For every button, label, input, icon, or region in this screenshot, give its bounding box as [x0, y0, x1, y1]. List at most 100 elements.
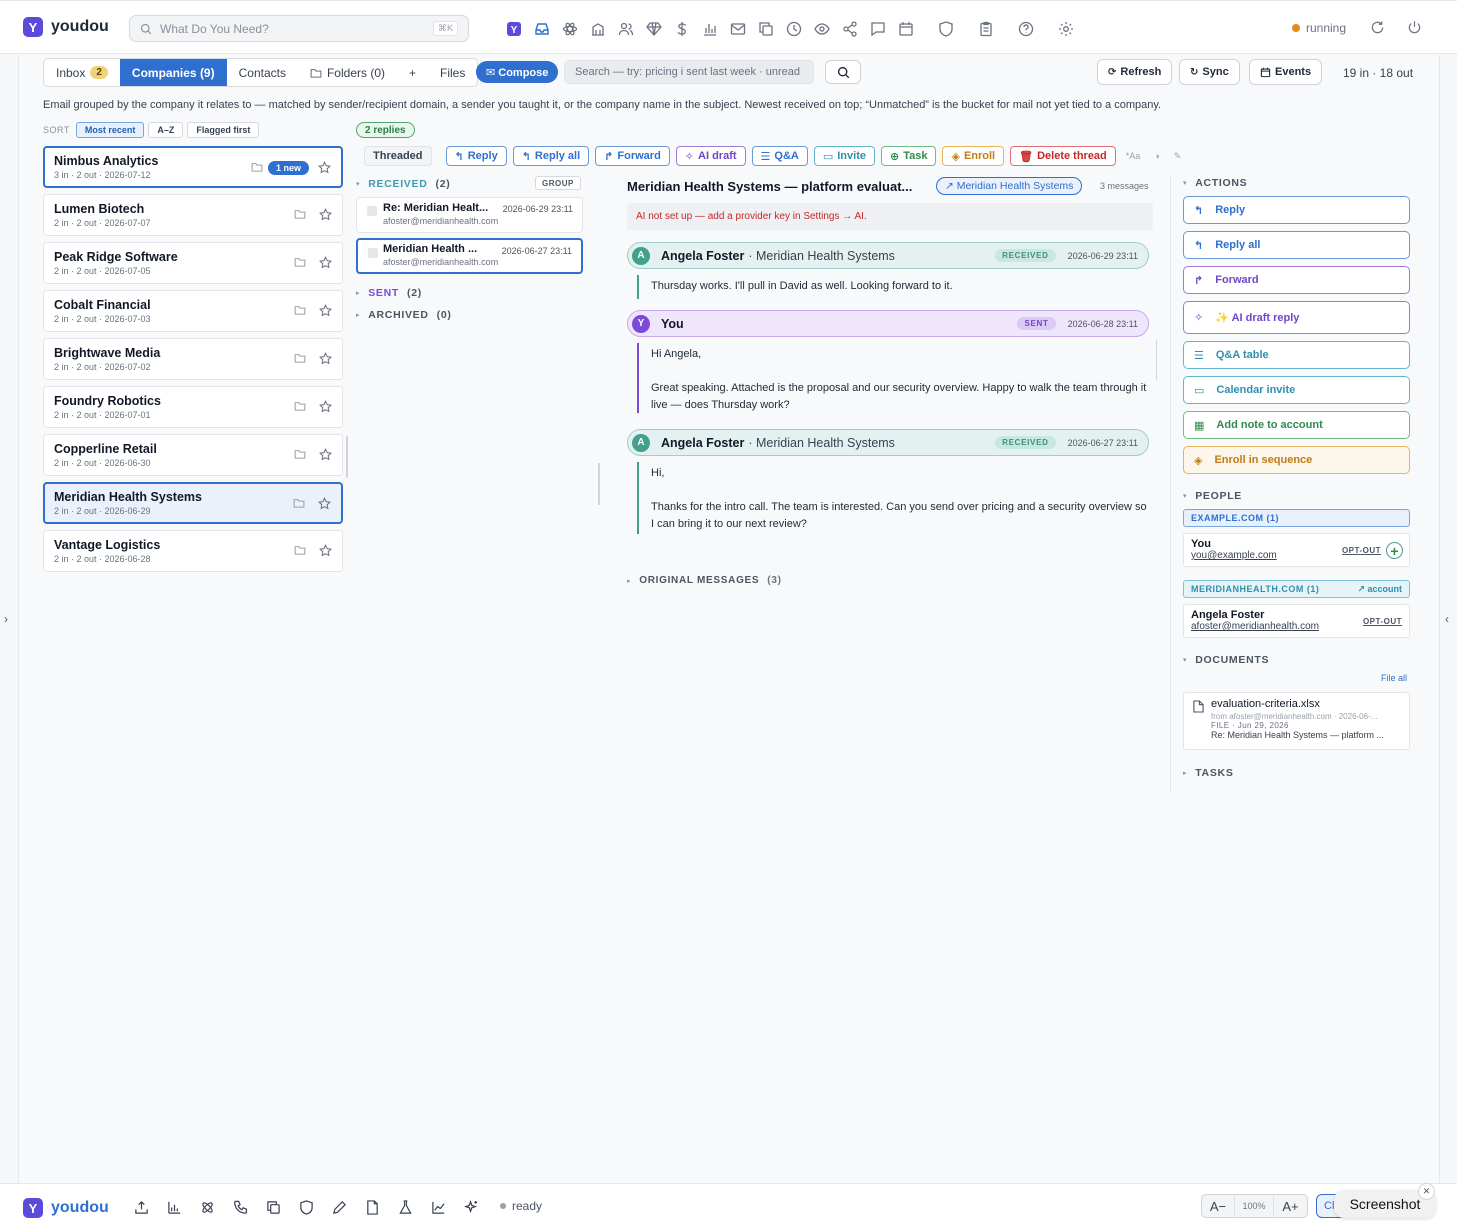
- domain-group-header[interactable]: MERIDIANHEALTH.COM (1) ↗ account: [1183, 580, 1410, 598]
- sort-most-recent[interactable]: Most recent: [75, 122, 145, 138]
- sidebar-calendar-invite-button[interactable]: ▭ Calendar invite: [1183, 376, 1410, 404]
- folder-icon[interactable]: [294, 400, 306, 412]
- file-all-link[interactable]: File all: [1381, 673, 1407, 683]
- company-row[interactable]: Brightwave Media 2 in · 2 out · 2026-07-…: [43, 338, 343, 380]
- reload-icon[interactable]: [1370, 20, 1385, 35]
- folder-icon[interactable]: [293, 497, 305, 509]
- folder-icon[interactable]: [294, 208, 306, 220]
- person-card[interactable]: You you@example.com OPT-OUT +: [1183, 533, 1410, 567]
- zoom-out-button[interactable]: A−: [1202, 1199, 1234, 1214]
- company-row[interactable]: Lumen Biotech 2 in · 2 out · 2026-07-07: [43, 194, 343, 236]
- tab-add-folder[interactable]: +: [397, 59, 428, 86]
- domain-group-header[interactable]: EXAMPLE.COM (1): [1183, 509, 1410, 527]
- clock-icon[interactable]: [780, 19, 808, 39]
- account-link[interactable]: ↗ account: [1357, 584, 1402, 595]
- compose-button[interactable]: ✉ Compose: [476, 61, 559, 83]
- company-row[interactable]: Vantage Logistics 2 in · 2 out · 2026-06…: [43, 530, 343, 572]
- gear-icon[interactable]: [1052, 19, 1080, 39]
- actions-section-toggle[interactable]: ▾ ACTIONS: [1183, 177, 1247, 189]
- message-card-selected[interactable]: Meridian Health ... 2026-06-27 23:11 afo…: [356, 238, 583, 274]
- edit-icon[interactable]: ✎: [1174, 151, 1182, 162]
- sidebar-add-note-button[interactable]: ▦ Add note to account: [1183, 411, 1410, 439]
- sync-button[interactable]: ↻ Sync: [1179, 59, 1240, 85]
- reply-all-button[interactable]: ↰ Reply all: [512, 146, 590, 166]
- shield-icon[interactable]: [290, 1198, 323, 1216]
- mail-search-input[interactable]: Search — try: pricing i sent last week ·…: [564, 60, 814, 84]
- document-icon[interactable]: [356, 1198, 389, 1216]
- star-icon[interactable]: [319, 304, 332, 317]
- close-icon[interactable]: ✕: [1418, 1183, 1435, 1200]
- dollar-icon[interactable]: [668, 19, 696, 39]
- sort-flagged-first[interactable]: Flagged first: [187, 122, 260, 138]
- archived-section-toggle[interactable]: ▸ ARCHIVED (0): [356, 309, 452, 321]
- group-button[interactable]: GROUP: [535, 176, 581, 190]
- message-header[interactable]: A Angela Foster · Meridian Health System…: [627, 429, 1149, 456]
- forward-button[interactable]: ↱ Forward: [595, 146, 670, 166]
- star-icon[interactable]: [319, 256, 332, 269]
- star-icon[interactable]: [319, 544, 332, 557]
- tab-inbox[interactable]: Inbox 2: [44, 59, 120, 86]
- bar-chart-icon[interactable]: [696, 19, 724, 39]
- copy-icon[interactable]: [257, 1198, 290, 1216]
- original-messages-toggle[interactable]: ▸ ORIGINAL MESSAGES (3): [627, 575, 782, 586]
- document-card[interactable]: evaluation-criteria.xlsx from afoster@me…: [1183, 692, 1410, 750]
- inbox-icon[interactable]: [528, 19, 556, 39]
- company-row-selected[interactable]: Meridian Health Systems 2 in · 2 out · 2…: [43, 482, 343, 524]
- font-size-icon[interactable]: *Aa: [1126, 151, 1141, 161]
- ai-draft-button[interactable]: ✧ AI draft: [675, 146, 746, 166]
- opt-out-link[interactable]: OPT-OUT: [1342, 546, 1381, 555]
- tab-folders[interactable]: Folders (0): [298, 59, 397, 86]
- enroll-button[interactable]: ◈ Enroll: [942, 146, 1005, 166]
- pen-icon[interactable]: [323, 1198, 356, 1216]
- sort-a-z[interactable]: A–Z: [148, 122, 184, 138]
- add-contact-icon[interactable]: +: [1386, 542, 1403, 559]
- events-button[interactable]: Events: [1249, 59, 1323, 85]
- share-icon[interactable]: [836, 19, 864, 39]
- company-row[interactable]: Foundry Robotics 2 in · 2 out · 2026-07-…: [43, 386, 343, 428]
- folder-icon[interactable]: [294, 544, 306, 556]
- message-scrollbar[interactable]: [1156, 340, 1157, 380]
- people-section-toggle[interactable]: ▾ PEOPLE: [1183, 490, 1242, 502]
- delete-thread-button[interactable]: 🗑 Delete thread: [1010, 146, 1116, 166]
- message-header[interactable]: Y You SENT 2026-06-28 23:11: [627, 310, 1149, 337]
- folder-icon[interactable]: [251, 161, 263, 173]
- atom-icon[interactable]: [556, 19, 584, 39]
- copy-icon[interactable]: [752, 19, 780, 39]
- eye-icon[interactable]: [808, 19, 836, 39]
- sidebar-reply-all-button[interactable]: ↰ Reply all: [1183, 231, 1410, 259]
- company-row[interactable]: Copperline Retail 2 in · 2 out · 2026-06…: [43, 434, 343, 476]
- power-icon[interactable]: [1407, 20, 1422, 35]
- mail-icon[interactable]: [724, 19, 752, 39]
- person-card[interactable]: Angela Foster afoster@meridianhealth.com…: [1183, 604, 1410, 638]
- reply-button[interactable]: ↰ Reply: [445, 146, 507, 166]
- shield-icon[interactable]: [932, 19, 960, 39]
- folder-icon[interactable]: [294, 448, 306, 460]
- flask-icon[interactable]: [389, 1198, 422, 1216]
- tab-contacts[interactable]: Contacts: [227, 59, 298, 86]
- upload-icon[interactable]: [125, 1198, 158, 1216]
- folder-icon[interactable]: [294, 304, 306, 316]
- sparkle-icon[interactable]: [455, 1198, 488, 1216]
- tab-companies[interactable]: Companies (9): [119, 59, 227, 86]
- sidebar-enroll-button[interactable]: ◈ Enroll in sequence: [1183, 446, 1410, 474]
- global-search-input[interactable]: What Do You Need? ⌘K: [129, 15, 469, 42]
- threaded-toggle[interactable]: Threaded: [364, 146, 432, 166]
- clipboard-icon[interactable]: [972, 19, 1000, 39]
- bar-chart-icon[interactable]: [158, 1198, 191, 1216]
- opt-out-link[interactable]: OPT-OUT: [1363, 617, 1402, 626]
- documents-section-toggle[interactable]: ▾ DOCUMENTS: [1183, 654, 1269, 666]
- star-icon[interactable]: [318, 497, 331, 510]
- received-section-toggle[interactable]: ▾ RECEIVED (2): [356, 178, 450, 190]
- app-logo[interactable]: Y youdou: [23, 17, 109, 37]
- sent-section-toggle[interactable]: ▸ SENT (2): [356, 287, 422, 299]
- users-icon[interactable]: [612, 19, 640, 39]
- star-icon[interactable]: [318, 161, 331, 174]
- company-list-scrollbar[interactable]: [346, 436, 348, 478]
- help-icon[interactable]: [1012, 19, 1040, 39]
- folder-icon[interactable]: [294, 256, 306, 268]
- task-button[interactable]: ⊕ Task: [880, 146, 937, 166]
- zoom-in-button[interactable]: A+: [1274, 1199, 1307, 1214]
- collapse-right-icon[interactable]: ‹: [1445, 612, 1449, 626]
- phone-icon[interactable]: [224, 1198, 257, 1216]
- atom-icon[interactable]: [191, 1198, 224, 1216]
